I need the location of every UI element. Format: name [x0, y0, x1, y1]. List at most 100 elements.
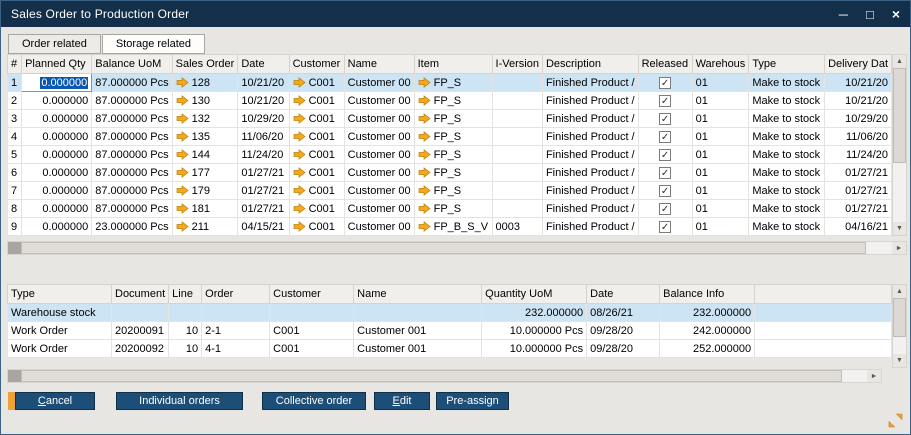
cell-date[interactable]: 01/27/21: [238, 200, 289, 218]
cell-i-version[interactable]: [492, 164, 542, 182]
details-hscroll-track[interactable]: [21, 370, 867, 382]
cell-type[interactable]: Make to stock: [749, 164, 825, 182]
edit-button[interactable]: Edit: [374, 392, 430, 410]
cell-item[interactable]: FP_S: [414, 182, 492, 200]
link-arrow-icon[interactable]: [293, 95, 306, 106]
link-arrow-icon[interactable]: [293, 149, 306, 160]
cell-delivery-date[interactable]: 11/24/20: [825, 146, 892, 164]
cell-date[interactable]: 08/26/21: [587, 304, 660, 322]
cell-row-number[interactable]: 5: [8, 146, 22, 164]
cell-row-number[interactable]: 1: [8, 74, 22, 92]
cell-released[interactable]: ✓: [638, 200, 692, 218]
cancel-button[interactable]: Cancel: [15, 392, 95, 410]
cell-balance-uom[interactable]: 87.000000 Pcs: [92, 74, 172, 92]
close-icon[interactable]: ×: [892, 7, 900, 21]
resize-grip-icon[interactable]: [888, 413, 903, 428]
cell-i-version[interactable]: 0003: [492, 218, 542, 236]
cell-released[interactable]: ✓: [638, 218, 692, 236]
details-hscroll-thumb[interactable]: [21, 370, 842, 382]
cell-name[interactable]: Customer 00: [344, 74, 414, 92]
cell-date[interactable]: 01/27/21: [238, 182, 289, 200]
cell-item[interactable]: FP_S: [414, 200, 492, 218]
cell-type[interactable]: Work Order: [8, 322, 112, 340]
details-col-name[interactable]: Name: [354, 285, 482, 304]
link-arrow-icon[interactable]: [418, 203, 431, 214]
cell-warehouse[interactable]: 01: [692, 200, 749, 218]
orders-table-row[interactable]: 4 0.000000 87.000000 Pcs 135 11/06/20 C0…: [8, 128, 892, 146]
cell-order[interactable]: [202, 304, 270, 322]
cell-type[interactable]: Make to stock: [749, 74, 825, 92]
scroll-up-icon[interactable]: ▲: [893, 55, 906, 68]
cell-document[interactable]: [112, 304, 169, 322]
cell-customer[interactable]: [270, 304, 354, 322]
link-arrow-icon[interactable]: [293, 131, 306, 142]
cell-delivery-date[interactable]: 10/29/20: [825, 110, 892, 128]
cell-name[interactable]: Customer 00: [344, 110, 414, 128]
cell-date[interactable]: 11/24/20: [238, 146, 289, 164]
orders-table-row[interactable]: 2 0.000000 87.000000 Pcs 130 10/21/20 C0…: [8, 92, 892, 110]
scroll-up-icon[interactable]: ▲: [893, 285, 906, 298]
cell-customer[interactable]: C001: [270, 322, 354, 340]
cell-type[interactable]: Make to stock: [749, 182, 825, 200]
cell-customer[interactable]: C001: [270, 340, 354, 358]
cell-line[interactable]: 10: [169, 322, 202, 340]
cell-sales-order[interactable]: 130: [172, 92, 238, 110]
cell-delivery-date[interactable]: 01/27/21: [825, 200, 892, 218]
details-column-splitter[interactable]: [8, 370, 21, 382]
cell-planned-qty[interactable]: 0.000000: [22, 128, 92, 146]
tab-order-related[interactable]: Order related: [8, 34, 101, 54]
cell-name[interactable]: Customer 00: [344, 218, 414, 236]
details-col-order[interactable]: Order: [202, 285, 270, 304]
link-arrow-icon[interactable]: [293, 77, 306, 88]
orders-col-warehouse[interactable]: Warehous: [692, 55, 749, 74]
cell-balance-uom[interactable]: 87.000000 Pcs: [92, 92, 172, 110]
cell-type[interactable]: Work Order: [8, 340, 112, 358]
cell-planned-qty[interactable]: 0.000000: [22, 110, 92, 128]
cell-row-number[interactable]: 2: [8, 92, 22, 110]
minimize-icon[interactable]: ─: [839, 8, 848, 21]
orders-column-splitter[interactable]: [8, 242, 21, 254]
cell-row-number[interactable]: 7: [8, 182, 22, 200]
cell-i-version[interactable]: [492, 74, 542, 92]
cell-date[interactable]: 09/28/20: [587, 340, 660, 358]
orders-col-number[interactable]: #: [8, 55, 22, 74]
link-arrow-icon[interactable]: [176, 221, 189, 232]
orders-vscroll-track[interactable]: [893, 68, 906, 222]
details-vscroll-track[interactable]: [893, 298, 906, 354]
cell-row-number[interactable]: 4: [8, 128, 22, 146]
cell-delivery-date[interactable]: 11/06/20: [825, 128, 892, 146]
cell-i-version[interactable]: [492, 128, 542, 146]
cell-balance-info[interactable]: 252.000000: [660, 340, 755, 358]
released-checkbox[interactable]: ✓: [659, 131, 671, 143]
cell-sales-order[interactable]: 177: [172, 164, 238, 182]
orders-vertical-scrollbar[interactable]: ▲ ▼: [892, 54, 907, 236]
link-arrow-icon[interactable]: [176, 167, 189, 178]
cell-planned-qty[interactable]: 0.000000: [22, 146, 92, 164]
cell-balance-uom[interactable]: 23.000000 Pcs: [92, 218, 172, 236]
cell-name[interactable]: Customer 00: [344, 128, 414, 146]
cell-quantity-uom[interactable]: 10.000000 Pcs: [482, 322, 587, 340]
cell-item[interactable]: FP_B_S_V: [414, 218, 492, 236]
link-arrow-icon[interactable]: [418, 95, 431, 106]
details-col-customer[interactable]: Customer: [270, 285, 354, 304]
cell-sales-order[interactable]: 181: [172, 200, 238, 218]
cell-i-version[interactable]: [492, 182, 542, 200]
cell-name[interactable]: Customer 00: [344, 200, 414, 218]
cell-item[interactable]: FP_S: [414, 128, 492, 146]
cell-delivery-date[interactable]: 10/21/20: [825, 74, 892, 92]
cell-name[interactable]: [354, 304, 482, 322]
details-col-line[interactable]: Line: [169, 285, 202, 304]
cell-sales-order[interactable]: 135: [172, 128, 238, 146]
cell-sales-order[interactable]: 211: [172, 218, 238, 236]
orders-col-delivery-date[interactable]: Delivery Dat: [825, 55, 892, 74]
cell-row-number[interactable]: 6: [8, 164, 22, 182]
link-arrow-icon[interactable]: [176, 149, 189, 160]
scroll-down-icon[interactable]: ▼: [893, 354, 906, 367]
cell-released[interactable]: ✓: [638, 146, 692, 164]
cell-description[interactable]: Finished Product /: [542, 74, 638, 92]
orders-col-sales-order[interactable]: Sales Order: [172, 55, 238, 74]
details-table-row[interactable]: Warehouse stock 232.000000 08/26/21 232.…: [8, 304, 892, 322]
cell-i-version[interactable]: [492, 146, 542, 164]
cell-type[interactable]: Make to stock: [749, 200, 825, 218]
cell-planned-qty[interactable]: 0.000000: [22, 200, 92, 218]
